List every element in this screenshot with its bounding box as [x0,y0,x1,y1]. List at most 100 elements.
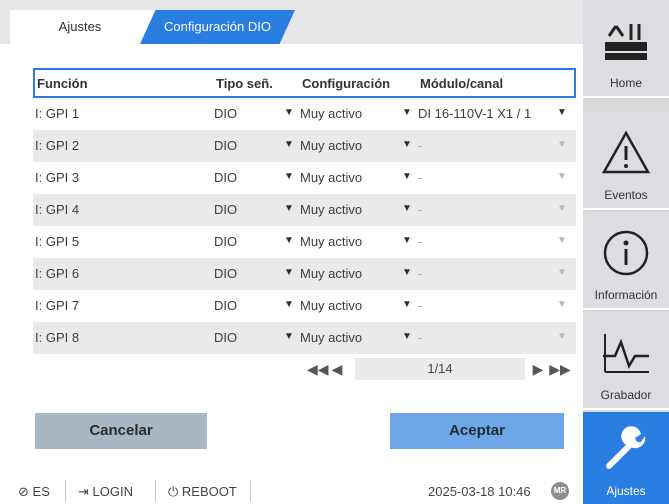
header-tipo: Tipo señ. [216,76,273,91]
mr-badge-icon: MR [551,482,569,500]
first-page-button[interactable]: ◀◀ [307,358,329,380]
chevron-down-icon[interactable]: ▼ [284,203,294,214]
chevron-down-icon[interactable]: ▼ [402,171,412,182]
cell-funcion: I: GPI 7 [35,298,80,313]
mr-badge: MR [551,482,569,500]
chevron-down-icon[interactable]: ▼ [557,107,567,118]
chevron-down-icon[interactable]: ▼ [557,203,567,214]
nav-eventos[interactable]: Eventos [583,112,669,210]
cell-funcion: I: GPI 1 [35,106,80,121]
cell-modulo[interactable]: - [418,202,422,217]
cell-modulo[interactable]: - [418,234,422,249]
cancel-button[interactable]: Cancelar [35,413,207,449]
cell-config[interactable]: Muy activo [300,298,362,313]
cell-modulo[interactable]: - [418,266,422,281]
chevron-down-icon[interactable]: ▼ [284,331,294,342]
power-icon: ⏻ [168,484,179,499]
chevron-down-icon[interactable]: ▼ [402,203,412,214]
cell-funcion: I: GPI 3 [35,170,80,185]
cell-tipo[interactable]: DIO [214,298,237,313]
chevron-down-icon[interactable]: ▼ [284,139,294,150]
cell-tipo[interactable]: DIO [214,138,237,153]
table-row: I: GPI 1 DIO ▼ Muy activo ▼ DI 16-110V-1 X1 /… [33,98,576,130]
cell-modulo[interactable]: - [418,298,422,313]
nav-grabador[interactable]: Grabador [583,312,669,410]
cell-tipo[interactable]: DIO [214,234,237,249]
nav-ajustes-label: Ajustes [606,484,646,498]
cell-config[interactable]: Muy activo [300,266,362,281]
cell-tipo[interactable]: DIO [214,106,237,121]
prev-page-button[interactable]: ◀ [329,358,345,380]
tab-dio-label: Configuración DIO [164,19,271,34]
cell-tipo[interactable]: DIO [214,266,237,281]
nav-grabador-label: Grabador [600,388,652,402]
tab-configuracion-dio[interactable]: Configuración DIO [140,10,295,44]
cell-config[interactable]: Muy activo [300,234,362,249]
cell-modulo[interactable]: DI 16-110V-1 X1 / 1 [418,106,531,121]
chevron-down-icon[interactable]: ▼ [402,235,412,246]
chevron-down-icon[interactable]: ▼ [284,267,294,278]
table-body: I: GPI 1 DIO ▼ Muy activo ▼ DI 16-110V-1 X1 /… [33,98,576,354]
cell-config[interactable]: Muy activo [300,106,362,121]
tab-ajustes[interactable]: Ajustes [10,10,160,44]
nav-home-label: Home [609,76,642,90]
table-header: Función Tipo señ. Configuración Módulo/c… [33,68,576,98]
login-icon: ⇥ [78,484,89,499]
chevron-down-icon[interactable]: ▼ [402,139,412,150]
language-selector[interactable]: ⊘ ES [18,484,50,500]
footer-bar: ⊘ ES ⇥ LOGIN ⏻ REBOOT 2025-03-18 10:46 M… [0,478,583,504]
chevron-down-icon[interactable]: ▼ [402,267,412,278]
login-label: LOGIN [92,484,133,499]
table-row: I: GPI 3 DIO ▼ Muy activo ▼ - ▼ [33,162,576,194]
chevron-down-icon[interactable]: ▼ [284,171,294,182]
dio-table: Función Tipo señ. Configuración Módulo/c… [33,68,576,354]
main-panel: Ajustes Configuración DIO Función Tipo s… [0,0,583,504]
side-nav: Home Eventos Información Grabador Ajuste… [583,0,669,504]
chevron-down-icon[interactable]: ▼ [557,267,567,278]
table-row: I: GPI 5 DIO ▼ Muy activo ▼ - ▼ [33,226,576,258]
cell-tipo[interactable]: DIO [214,170,237,185]
chevron-down-icon[interactable]: ▼ [402,299,412,310]
reboot-label: REBOOT [181,484,237,499]
cell-funcion: I: GPI 5 [35,234,80,249]
chevron-down-icon[interactable]: ▼ [557,235,567,246]
chevron-down-icon[interactable]: ▼ [402,107,412,118]
next-page-button[interactable]: ▶ [530,358,546,380]
cell-modulo[interactable]: - [418,170,422,185]
recorder-graph-icon [603,334,649,373]
nav-home[interactable]: Home [583,0,669,98]
chevron-down-icon[interactable]: ▼ [402,331,412,342]
warning-icon [601,130,651,174]
chevron-down-icon[interactable]: ▼ [557,139,567,150]
nav-ajustes[interactable]: Ajustes [583,412,669,504]
cell-tipo[interactable]: DIO [214,330,237,345]
chevron-down-icon[interactable]: ▼ [284,299,294,310]
chevron-down-icon[interactable]: ▼ [284,235,294,246]
table-row: I: GPI 4 DIO ▼ Muy activo ▼ - ▼ [33,194,576,226]
header-modulo: Módulo/canal [420,76,504,91]
cell-tipo[interactable]: DIO [214,202,237,217]
tab-bar: Ajustes Configuración DIO [0,0,583,44]
chevron-down-icon[interactable]: ▼ [557,331,567,342]
cell-funcion: I: GPI 8 [35,330,80,345]
chevron-down-icon[interactable]: ▼ [557,171,567,182]
wrench-icon [606,426,646,469]
chevron-down-icon[interactable]: ▼ [284,107,294,118]
cell-funcion: I: GPI 4 [35,202,80,217]
chevron-down-icon[interactable]: ▼ [557,299,567,310]
login-button[interactable]: ⇥ LOGIN [78,484,133,500]
globe-icon: ⊘ [18,484,29,499]
table-row: I: GPI 2 DIO ▼ Muy activo ▼ - ▼ [33,130,576,162]
nav-informacion-label: Información [594,288,658,302]
cell-config[interactable]: Muy activo [300,202,362,217]
reboot-button[interactable]: ⏻ REBOOT [168,484,237,500]
nav-informacion[interactable]: Información [583,212,669,310]
accept-button[interactable]: Aceptar [390,413,564,449]
cell-config[interactable]: Muy activo [300,170,362,185]
cell-config[interactable]: Muy activo [300,330,362,345]
cell-funcion: I: GPI 6 [35,266,80,281]
last-page-button[interactable]: ▶▶ [549,358,571,380]
cell-modulo[interactable]: - [418,138,422,153]
cell-config[interactable]: Muy activo [300,138,362,153]
cell-modulo[interactable]: - [418,330,422,345]
